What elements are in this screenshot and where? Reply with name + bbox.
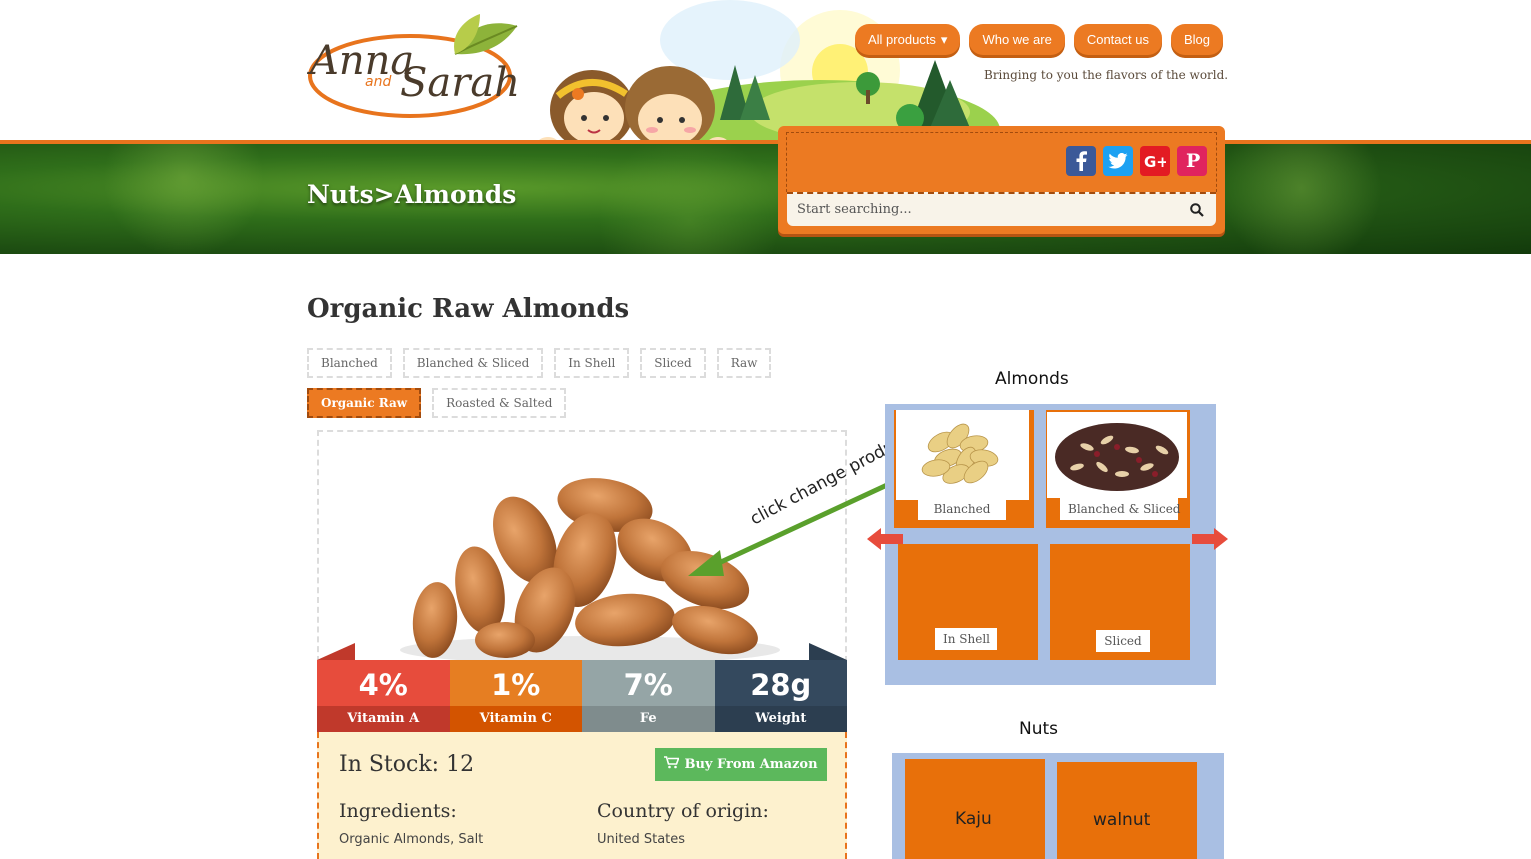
almond-tile-blanched-sliced[interactable]: Blanched & Sliced — [1046, 410, 1190, 528]
nav-all-products[interactable]: All products ▾ — [855, 24, 961, 55]
social-links: G+ P — [1066, 146, 1207, 176]
almonds-section-title: Almonds — [995, 369, 1069, 389]
nav-blog[interactable]: Blog — [1170, 24, 1224, 55]
stat-fe: 7% Fe — [582, 660, 715, 732]
nav-who-we-are-label: Who we are — [982, 32, 1052, 47]
variant-organic-raw[interactable]: Organic Raw — [307, 388, 422, 418]
search-field-wrap — [787, 192, 1216, 226]
stat-vitamin-c-value: 1% — [449, 660, 582, 706]
breadcrumb: Nuts>Almonds — [307, 180, 517, 209]
variant-blanched-sliced[interactable]: Blanched & Sliced — [402, 348, 544, 378]
nav-contact-us-label: Contact us — [1086, 32, 1149, 47]
cart-icon — [664, 756, 681, 773]
stat-fe-label: Fe — [582, 706, 715, 732]
almond-tile-in-shell[interactable]: In Shell — [898, 544, 1038, 660]
pinterest-icon[interactable]: P — [1177, 146, 1207, 176]
almond-tile-sliced-label: Sliced — [1096, 630, 1150, 652]
stat-fe-value: 7% — [582, 660, 715, 706]
stat-vitamin-c: 1% Vitamin C — [449, 660, 582, 732]
hero-banner — [0, 140, 1531, 254]
variant-roasted-salted[interactable]: Roasted & Salted — [432, 388, 567, 418]
product-info: In Stock: 12 Buy From Amazon Ingredients… — [317, 732, 847, 859]
main-nav: All products ▾ Who we are Contact us Blo… — [855, 24, 1224, 55]
brand-name-sarah: Sarah — [400, 60, 520, 106]
nav-all-products-label: All products — [868, 32, 936, 47]
almond-tile-blanched-sliced-label: Blanched & Sliced — [1060, 498, 1180, 520]
google-plus-icon[interactable]: G+ — [1140, 146, 1170, 176]
almond-tile-blanched-label: Blanched — [918, 498, 1006, 520]
header-illustration — [530, 0, 1000, 180]
tagline: Bringing to you the flavors of the world… — [984, 68, 1229, 82]
nav-contact-us[interactable]: Contact us — [1073, 24, 1162, 55]
nutrition-stats: 4% Vitamin A 1% Vitamin C 7% Fe 28g Weig… — [317, 660, 847, 732]
search-panel: G+ P — [778, 126, 1225, 234]
origin-value: United States — [597, 832, 686, 847]
origin-heading: Country of origin: — [597, 800, 769, 822]
stat-vitamin-a-label: Vitamin A — [317, 706, 450, 732]
svg-text:P: P — [1186, 151, 1200, 171]
stock-count: In Stock: 12 — [339, 752, 475, 777]
stat-vitamin-c-label: Vitamin C — [449, 706, 582, 732]
variant-blanched[interactable]: Blanched — [307, 348, 392, 378]
twitter-icon[interactable] — [1103, 146, 1133, 176]
search-icon[interactable] — [1190, 202, 1204, 221]
stat-weight-label: Weight — [714, 706, 847, 732]
variant-sliced[interactable]: Sliced — [640, 348, 706, 378]
variant-raw[interactable]: Raw — [716, 348, 772, 378]
blanched-sliced-image — [1047, 412, 1187, 498]
product-image-almonds — [385, 470, 785, 664]
facebook-icon[interactable] — [1066, 146, 1096, 176]
chevron-down-icon: ▾ — [940, 32, 948, 47]
stat-weight-value: 28g — [714, 660, 847, 706]
nut-tile-walnut[interactable]: walnut — [1057, 762, 1197, 859]
almond-tile-sliced[interactable]: Sliced — [1050, 544, 1190, 660]
almond-tile-blanched[interactable]: Blanched — [894, 410, 1034, 528]
brand-name-and: and — [365, 74, 391, 90]
nut-tile-kaju-label: Kaju — [955, 809, 992, 829]
ingredients-heading: Ingredients: — [339, 800, 457, 822]
variant-in-shell[interactable]: In Shell — [554, 348, 630, 378]
carousel-next-arrow-icon[interactable] — [1192, 528, 1228, 554]
brand-name-anna: Anna — [306, 38, 414, 84]
brand-logo[interactable]: Anna and Sarah — [305, 14, 525, 124]
nav-who-we-are[interactable]: Who we are — [969, 24, 1065, 55]
almond-tile-in-shell-label: In Shell — [935, 628, 997, 650]
nav-blog-label: Blog — [1183, 32, 1211, 47]
stats-ribbon-right — [809, 643, 847, 660]
stat-weight: 28g Weight — [714, 660, 847, 732]
variant-tabs: Blanched Blanched & Sliced In Shell Slic… — [307, 348, 887, 418]
blanched-almonds-image — [896, 410, 1029, 500]
buy-from-amazon-button[interactable]: Buy From Amazon — [655, 748, 827, 781]
stat-vitamin-a-value: 4% — [317, 660, 450, 706]
search-input[interactable] — [787, 194, 1177, 224]
nut-tile-kaju[interactable]: Kaju — [905, 759, 1045, 859]
ingredients-value: Organic Almonds, Salt — [339, 832, 484, 847]
stat-vitamin-a: 4% Vitamin A — [317, 660, 450, 732]
stats-ribbon-left — [317, 643, 355, 660]
page-title: Organic Raw Almonds — [307, 294, 630, 324]
svg-text:G+: G+ — [1144, 153, 1166, 169]
buy-button-label: Buy From Amazon — [684, 757, 818, 772]
nuts-section-title: Nuts — [1019, 719, 1059, 739]
nut-tile-walnut-label: walnut — [1093, 810, 1151, 830]
carousel-prev-arrow-icon[interactable] — [867, 528, 903, 554]
